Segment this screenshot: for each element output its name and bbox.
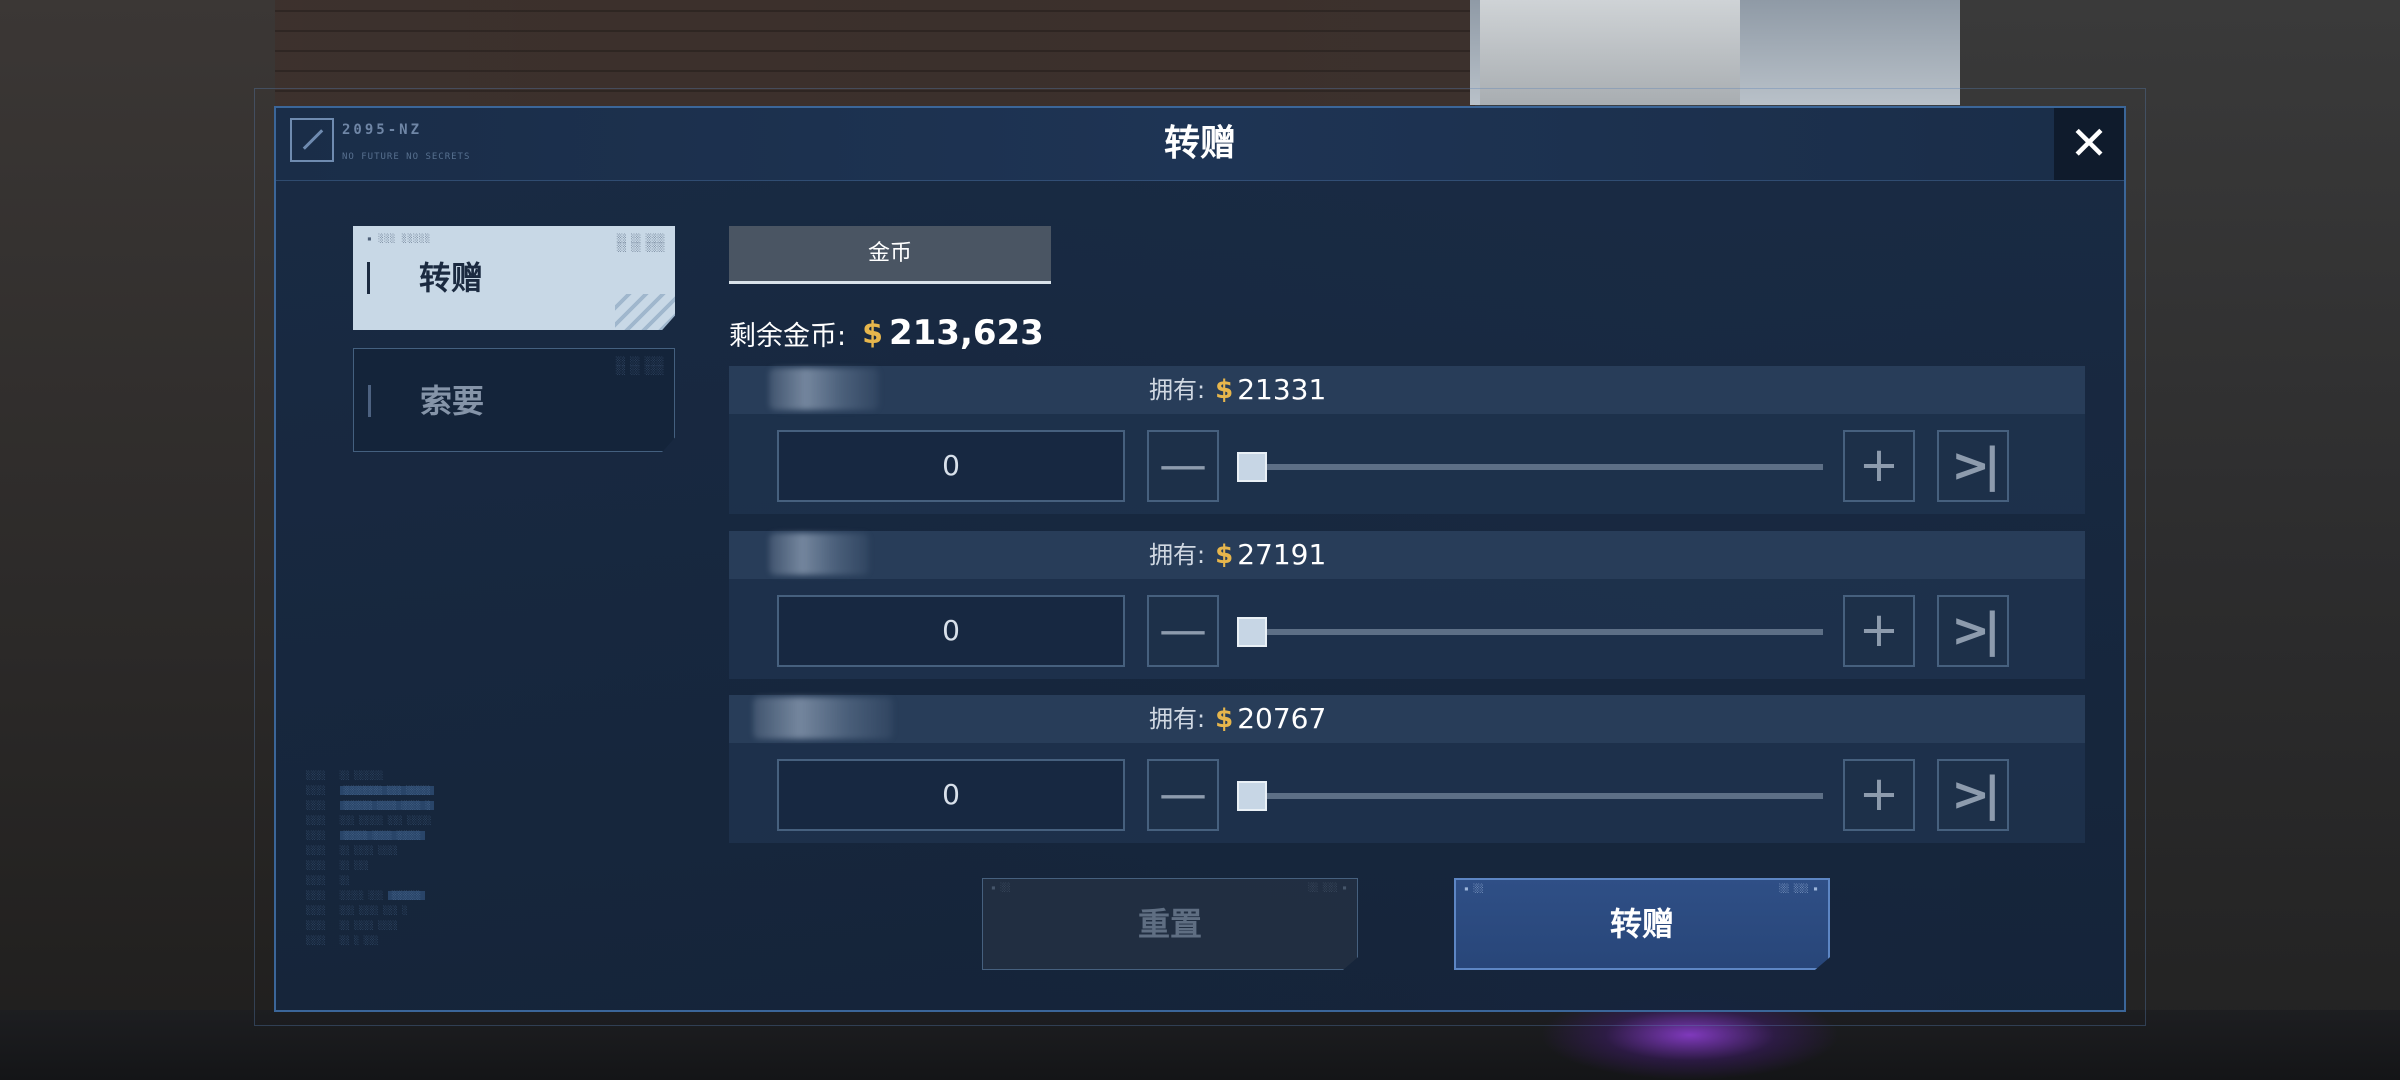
owned-label: 拥有: [1149,705,1206,733]
amount-input[interactable]: 0 [777,759,1125,831]
skip-to-max-icon: >| [1951,767,2000,821]
player-card: 拥有: $ 20767 0 — + >| [729,695,2085,843]
balance-label: 剩余金币: [729,320,847,352]
tab-transfer-label: 转赠 [419,259,484,297]
reset-label: 重置 [1137,905,1202,943]
tab-transfer[interactable]: ▪ ░░░ ░░░░░ ░░ ░░ ░░░░ ░░ ░░ ░░░░ 转赠 [353,226,675,330]
skip-to-max-icon: >| [1951,438,2000,492]
remaining-balance: 剩余金币: $ 213,623 [729,308,1044,358]
button-deco-text: ░░ ░░░ ▪ [1779,884,1818,893]
max-button[interactable]: >| [1937,430,2009,502]
tab-gold-coins[interactable]: 金币 [729,226,1051,284]
dialog-title: 转赠 [1163,123,1236,164]
side-decoration-info: ░░░░ ░░ ░░░░░░ ░░░░ ░░░░░░░░ ░░░ ░░░░░ ░… [306,768,606,948]
amount-slider-track[interactable] [1237,793,1823,799]
player-name-blurred [753,697,893,739]
transfer-dialog: 2095-NZ NO FUTURE NO SECRETS 转赠 ✕ ▪ ░░░ … [274,106,2126,1012]
player-card-header: 拥有: $ 20767 [729,695,2085,743]
balance-value: 213,623 [888,313,1044,353]
tab-indicator [367,262,370,294]
minus-icon: — [1159,437,1207,493]
minus-icon: — [1159,602,1207,658]
plus-icon: + [1858,766,1900,822]
plus-icon: + [1858,437,1900,493]
tab-deco-text: ░░ ░░ ░░░░ ░░ ░░ ░░░░ [616,234,665,252]
max-button[interactable]: >| [1937,759,2009,831]
coin-icon: $ [862,315,883,351]
amount-input[interactable]: 0 [777,595,1125,667]
plus-button[interactable]: + [1843,595,1915,667]
coin-icon: $ [1215,704,1234,734]
owned-label: 拥有: [1149,376,1206,404]
minus-button[interactable]: — [1147,430,1219,502]
background-wall-left [0,0,275,1080]
plus-button[interactable]: + [1843,430,1915,502]
close-button[interactable]: ✕ [2054,108,2124,180]
tab-indicator [368,385,371,417]
button-deco-text: ▪ ░░ [1464,884,1484,893]
plus-icon: + [1858,602,1900,658]
tab-request[interactable]: ░░ ░░ ░░░░ ░░ ░░ ░░░░ 索要 [353,348,675,452]
plus-button[interactable]: + [1843,759,1915,831]
button-deco-text: ░░ ░░░ ▪ [1308,883,1347,892]
amount-slider-handle[interactable] [1237,781,1267,811]
transfer-label: 转赠 [1609,905,1674,943]
tab-stripes-decoration [615,294,675,330]
transfer-button[interactable]: ▪ ░░ ░░ ░░░ ▪ 转赠 [1454,878,1830,970]
owned-value: 20767 [1237,702,1327,735]
player-card: 拥有: $ 27191 0 — + >| [729,531,2085,679]
minus-button[interactable]: — [1147,759,1219,831]
player-name-blurred [769,368,879,410]
amount-slider-handle[interactable] [1237,617,1267,647]
owned-amount: 拥有: $ 27191 [1149,531,1326,579]
button-deco-text: ▪ ░░ [991,883,1011,892]
player-card: 拥有: $ 21331 0 — + >| [729,366,2085,514]
amount-input[interactable]: 0 [777,430,1125,502]
max-button[interactable]: >| [1937,595,2009,667]
owned-value: 21331 [1237,373,1327,406]
minus-button[interactable]: — [1147,595,1219,667]
player-card-header: 拥有: $ 21331 [729,366,2085,414]
dialog-header: 2095-NZ NO FUTURE NO SECRETS 转赠 ✕ [276,108,2124,181]
player-card-header: 拥有: $ 27191 [729,531,2085,579]
owned-value: 27191 [1237,538,1327,571]
amount-slider-track[interactable] [1237,629,1823,635]
coin-icon: $ [1215,375,1234,405]
minus-icon: — [1159,766,1207,822]
owned-amount: 拥有: $ 21331 [1149,366,1326,414]
tab-request-label: 索要 [420,382,485,420]
tab-deco-text: ░░ ░░ ░░░░ ░░ ░░ ░░░░ [615,357,664,375]
owned-label: 拥有: [1149,541,1206,569]
amount-slider-track[interactable] [1237,464,1823,470]
skip-to-max-icon: >| [1951,603,2000,657]
owned-amount: 拥有: $ 20767 [1149,695,1326,743]
close-icon: ✕ [2069,116,2109,170]
amount-slider-handle[interactable] [1237,452,1267,482]
player-name-blurred [769,533,869,575]
coin-icon: $ [1215,540,1234,570]
reset-button[interactable]: ▪ ░░ ░░ ░░░ ▪ 重置 [982,878,1358,970]
